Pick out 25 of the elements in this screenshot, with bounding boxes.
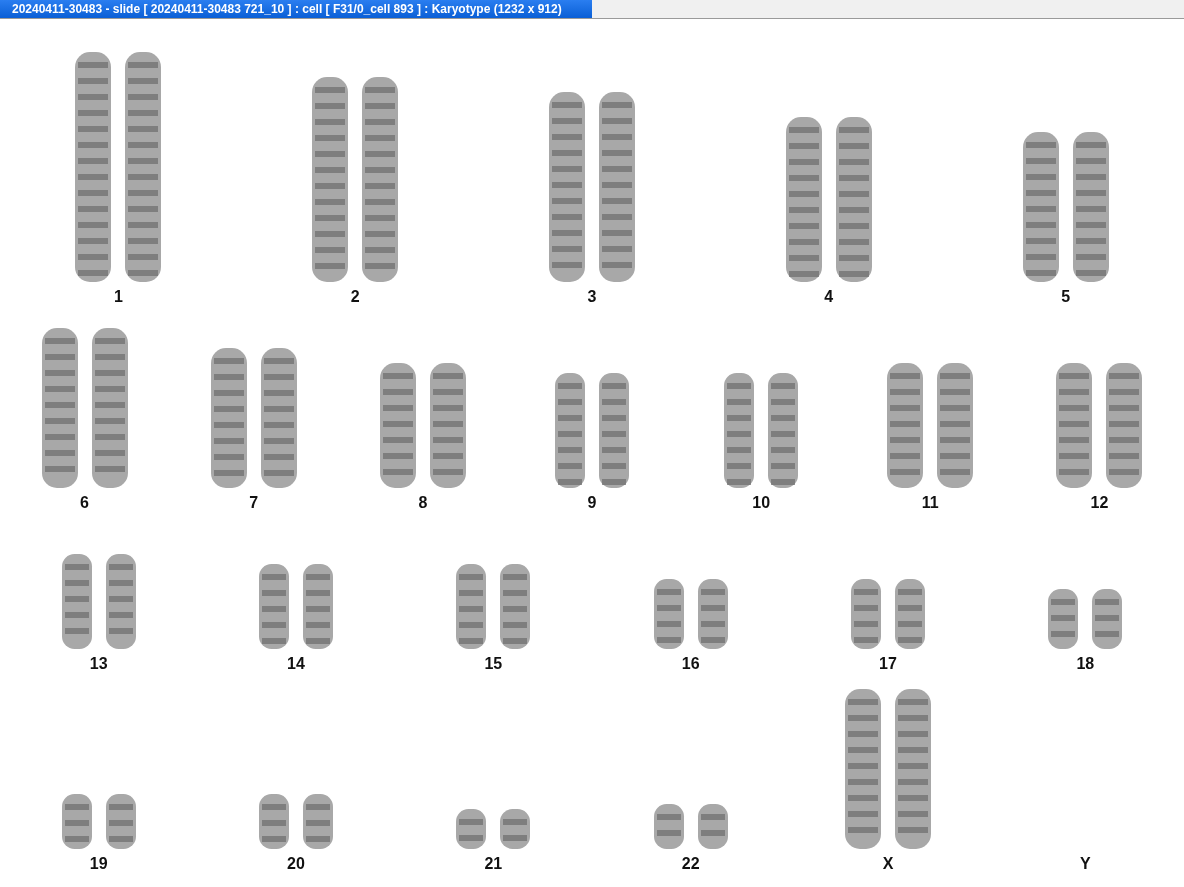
- chromosome-label: 2: [350, 288, 360, 306]
- chromosome-label: 14: [287, 655, 305, 673]
- chromosome-label: 19: [89, 855, 108, 873]
- chromosome-label: 4: [824, 288, 834, 306]
- window-title: 20240411-30483 - slide [ 20240411-30483 721_10 ] : cell [ F31/0_cell 893 ] : Karyotype (1232 x 912): [0, 0, 592, 18]
- chromosome-label: 16: [681, 655, 700, 673]
- chromosome-label: 22: [681, 855, 700, 873]
- chromosome-label: 20: [287, 855, 305, 873]
- chromosome-label: 11: [921, 494, 939, 512]
- chromosome-label: 12: [1090, 494, 1109, 512]
- chromosome-label: 8: [418, 494, 428, 512]
- chromosome-label: 6: [80, 494, 89, 512]
- chromosome-label: 13: [89, 655, 108, 673]
- chromosome-label: 9: [587, 494, 597, 512]
- chromosome-label: 1: [113, 288, 123, 306]
- chromosome-label: 10: [752, 494, 771, 512]
- chromosome-label: 17: [879, 655, 897, 673]
- chromosome-label: 15: [484, 655, 503, 673]
- chromosome-label: 5: [1061, 288, 1071, 306]
- chromosome-label: 3: [587, 288, 597, 306]
- chromosome-label: Y: [1080, 855, 1091, 873]
- chromosome-label: X: [882, 855, 894, 873]
- chromosome-label: 7: [249, 494, 259, 512]
- chromosome-label: 18: [1076, 655, 1095, 673]
- chromosome-label: 21: [484, 855, 503, 873]
